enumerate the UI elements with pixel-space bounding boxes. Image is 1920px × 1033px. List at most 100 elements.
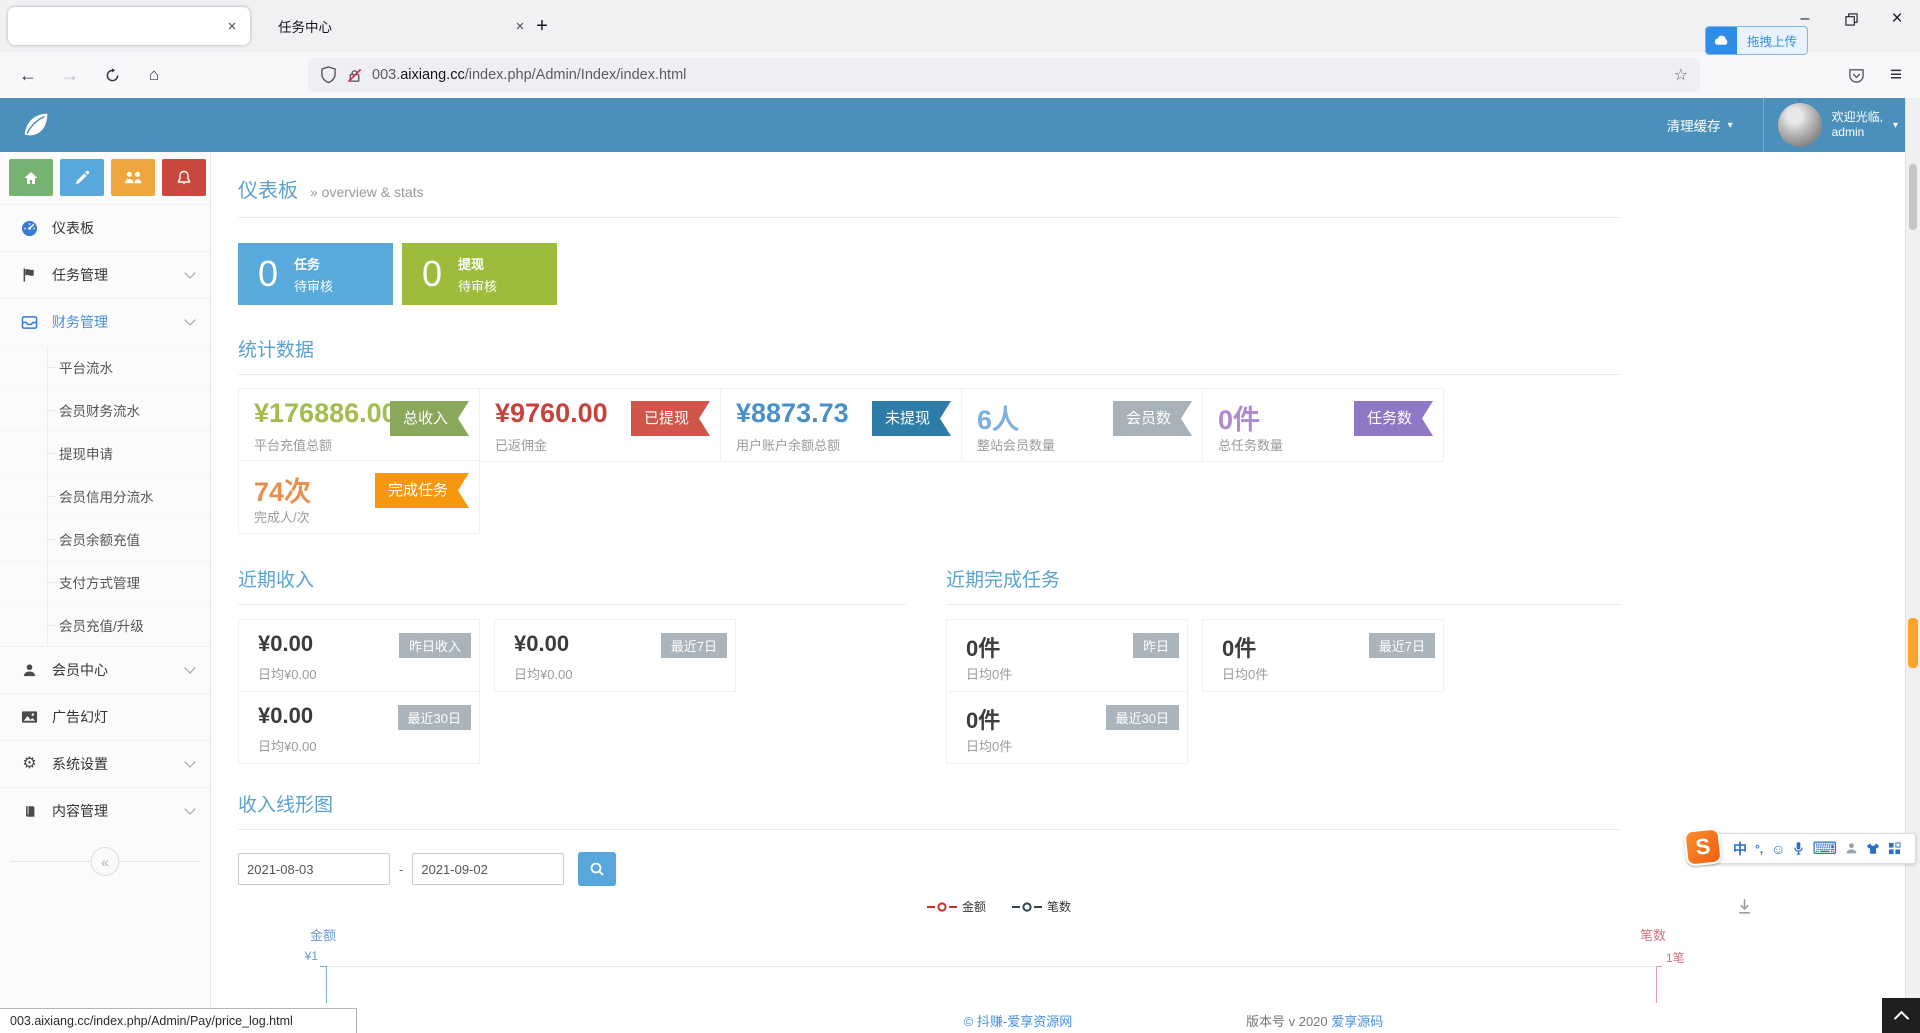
ime-toolbox-icon[interactable] [1888,842,1901,855]
gridline [326,966,1656,967]
section-title-income-chart: 收入线形图 [238,790,1905,817]
stat-ribbon: 会员数 [1113,401,1192,436]
ime-emoji-icon[interactable]: ☺ [1771,842,1785,856]
tab-close-icon[interactable]: × [510,16,530,36]
restore-button[interactable] [1828,0,1874,38]
version-link[interactable]: 爱享源码 [1331,1014,1383,1029]
leaf-logo-icon [20,109,52,141]
forward-button[interactable]: → [54,59,86,91]
ime-id-icon[interactable] [1845,842,1858,855]
pocket-icon[interactable] [1840,59,1872,91]
page-footer: © 抖赚-爱享资源网 版本号 v 2020 爱享源码 [212,1003,1905,1033]
tab-task-center[interactable]: 任务中心 × [262,7,538,45]
bookmark-star-icon[interactable]: ☆ [1674,65,1688,85]
submenu-item-balance-recharge[interactable]: 会员余额充值 [0,517,210,560]
ime-toolbar: S 中 °, ☺ ⌨ [1688,833,1916,864]
sidebar-item-content-management[interactable]: 内容管理 [0,787,210,834]
stat-value: ¥8873.73 [736,398,886,429]
clear-cache-dropdown[interactable]: 清理缓存 ▾ [1651,98,1763,152]
ime-chinese-mode[interactable]: 中 [1733,842,1747,856]
scrollbar-thumb[interactable] [1909,164,1917,230]
divider [238,217,1620,218]
ime-keyboard-icon[interactable]: ⌨ [1812,840,1837,857]
sidebar-collapse-button[interactable]: « [91,847,120,876]
task-average: 日均0件 [966,664,1012,683]
pending-withdraw-count: 0 [422,253,442,295]
submenu-item-withdraw-request[interactable]: 提现申请 [0,431,210,474]
submenu-item-platform-flow[interactable]: 平台流水 [0,345,210,388]
reload-button[interactable] [96,59,128,91]
new-tab-button[interactable]: + [528,12,556,40]
stat-label: 整站会员数量 [977,435,1055,454]
home-icon [23,170,39,186]
ime-mic-icon[interactable] [1793,841,1804,856]
date-to-input[interactable] [412,853,564,885]
legend-item-count[interactable]: 笔数 [1012,898,1071,915]
date-from-input[interactable] [238,853,390,885]
sogou-logo-icon[interactable]: S [1683,827,1723,867]
copyright-link[interactable]: © 抖赚-爱享资源网 [964,1011,1073,1030]
legend-label: 金额 [962,898,986,915]
sidebar-item-ad-slides[interactable]: 广告幻灯 [0,693,210,740]
insecure-lock-icon[interactable] [346,67,363,84]
chevron-down-icon [184,267,195,278]
pencil-icon [75,170,90,185]
edit-quick-button[interactable] [60,159,104,196]
legend-item-amount[interactable]: 金额 [927,898,986,915]
home-quick-button[interactable] [9,159,53,196]
submenu-item-credit-flow[interactable]: 会员信用分流水 [0,474,210,517]
stat-value: ¥176886.00 [254,398,404,429]
task-badge: 最近30日 [1106,705,1179,730]
stat-card-not-withdrawn: ¥8873.73 未提现 用户账户余额总额 [720,388,962,462]
dashboard-icon [20,220,39,237]
legend-mark-icon [1012,902,1042,912]
status-bar: 003.aixiang.cc/index.php/Admin/Pay/price… [0,1008,357,1033]
user-menu[interactable]: 欢迎光临, admin ▾ [1764,98,1920,152]
url-bar[interactable]: 003.aixiang.cc/index.php/Admin/Index/ind… [308,58,1700,92]
stat-value: ¥9760.00 [495,398,645,429]
section-title-stats: 统计数据 [238,335,1905,362]
pending-withdraw-tile[interactable]: 0 提现 待审核 [402,243,557,305]
chart-legend: 金额 笔数 [308,898,1690,915]
shield-icon[interactable] [320,66,337,84]
members-quick-button[interactable] [111,159,155,196]
url-text[interactable]: 003.aixiang.cc/index.php/Admin/Index/ind… [372,67,686,83]
submenu-item-payment-methods[interactable]: 支付方式管理 [0,560,210,603]
task-card-yesterday: 0件 昨日 日均0件 [946,619,1188,692]
user-icon [20,663,39,678]
chevron-up-icon [1893,1010,1909,1026]
sidebar-item-dashboard[interactable]: 仪表板 [0,204,210,251]
quick-buttons [0,152,210,204]
hover-url: 003.aixiang.cc/index.php/Admin/Pay/price… [10,1014,293,1028]
sidebar-item-finance-management[interactable]: 财务管理 [0,298,210,345]
page-scrollbar[interactable] [1905,98,1920,1033]
chevron-down-icon: ▾ [1893,120,1898,131]
image-icon [20,710,39,724]
hamburger-menu-icon[interactable]: ≡ [1880,59,1912,91]
ime-skin-icon[interactable] [1866,842,1880,855]
pending-tasks-tile[interactable]: 0 任务 待审核 [238,243,393,305]
notifications-quick-button[interactable] [162,159,206,196]
sidebar-item-system-settings[interactable]: ⚙ 系统设置 [0,740,210,787]
stat-card-tasks: 0件 任务数 总任务数量 [1202,388,1444,462]
task-average: 日均0件 [966,736,1012,755]
download-chart-icon[interactable] [1735,897,1754,916]
drag-upload-badge[interactable]: 拖拽上传 [1705,26,1808,55]
sidebar-item-task-management[interactable]: 任务管理 [0,251,210,298]
tab-blank[interactable]: × [8,7,250,45]
chevron-down-icon [184,803,195,814]
tab-close-icon[interactable]: × [222,16,242,36]
ime-punctuation-icon[interactable]: °, [1755,843,1763,855]
close-button[interactable]: × [1874,0,1920,38]
income-average: 日均¥0.00 [258,736,317,755]
version-text: 版本号 v 2020 爱享源码 [1246,1011,1383,1030]
avatar[interactable] [1778,103,1822,147]
back-button[interactable]: ← [12,59,44,91]
back-to-top-button[interactable] [1882,998,1920,1033]
submenu-item-member-finance-flow[interactable]: 会员财务流水 [0,388,210,431]
search-button[interactable] [578,852,616,886]
home-button[interactable]: ⌂ [138,59,170,91]
submenu-item-recharge-upgrade[interactable]: 会员充值/升级 [0,603,210,646]
sidebar-item-member-center[interactable]: 会员中心 [0,646,210,693]
scrollbar-marker [1908,618,1918,668]
